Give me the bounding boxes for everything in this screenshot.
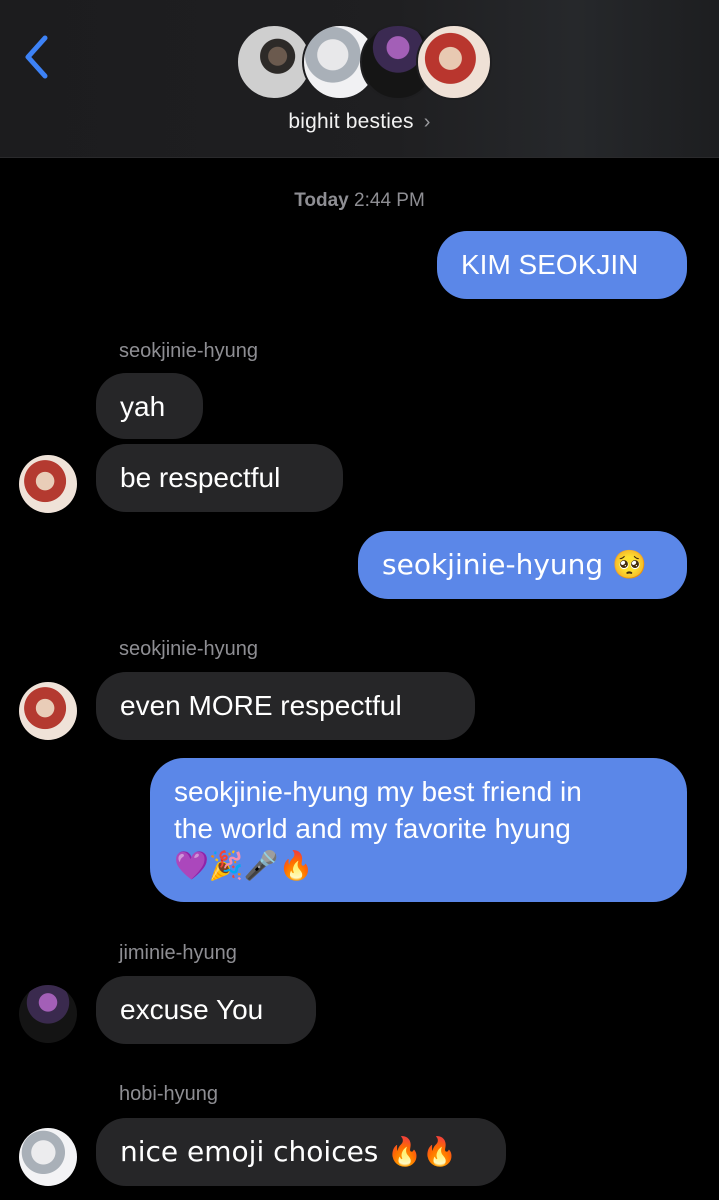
timestamp-time: 2:44 PM	[354, 190, 425, 211]
incoming-message[interactable]: be respectful	[96, 444, 343, 512]
message-text: KIM SEOKJIN	[461, 249, 639, 280]
avatar	[236, 24, 312, 100]
outgoing-message[interactable]: KIM SEOKJIN	[437, 231, 687, 299]
incoming-message[interactable]: yah	[96, 373, 203, 439]
sender-name: hobi-hyung	[119, 1083, 218, 1105]
sender-name: seokjinie-hyung	[119, 638, 258, 660]
message-text: seokjinie-hyung 🥺	[382, 548, 647, 581]
chevron-right-icon: ›	[423, 111, 431, 133]
outgoing-message[interactable]: seokjinie-hyung 🥺	[358, 531, 687, 599]
incoming-message[interactable]: nice emoji choices 🔥🔥	[96, 1118, 506, 1186]
avatar	[416, 24, 492, 100]
message-text: excuse You	[120, 994, 264, 1025]
message-text: nice emoji choices 🔥🔥	[120, 1135, 458, 1168]
incoming-message[interactable]: even MORE respectful	[96, 672, 475, 740]
message-text-line: 💜🎉🎤🔥	[174, 849, 314, 882]
avatar[interactable]	[19, 682, 77, 740]
avatar[interactable]	[19, 985, 77, 1043]
timestamp-day: Today	[294, 190, 349, 211]
message-text: yah	[120, 391, 166, 422]
sender-name: jiminie-hyung	[119, 942, 237, 964]
group-avatars[interactable]	[236, 24, 492, 102]
conversation-header: bighit besties ›	[0, 0, 719, 158]
message-text-line: the world and my favorite hyung	[174, 813, 571, 844]
group-name: bighit besties	[288, 110, 414, 133]
timestamp: Today 2:44 PM	[0, 190, 719, 212]
sender-name: seokjinie-hyung	[119, 340, 258, 362]
back-button[interactable]	[18, 30, 58, 84]
message-text-line: seokjinie-hyung my best friend in	[174, 776, 582, 807]
group-name-button[interactable]: bighit besties ›	[0, 110, 719, 134]
chevron-left-icon	[25, 35, 48, 79]
avatar[interactable]	[19, 1128, 77, 1186]
message-text: even MORE respectful	[120, 690, 402, 721]
incoming-message[interactable]: excuse You	[96, 976, 316, 1044]
message-text: be respectful	[120, 462, 281, 493]
avatar[interactable]	[19, 455, 77, 513]
outgoing-message[interactable]: seokjinie-hyung my best friend in the wo…	[150, 758, 687, 902]
